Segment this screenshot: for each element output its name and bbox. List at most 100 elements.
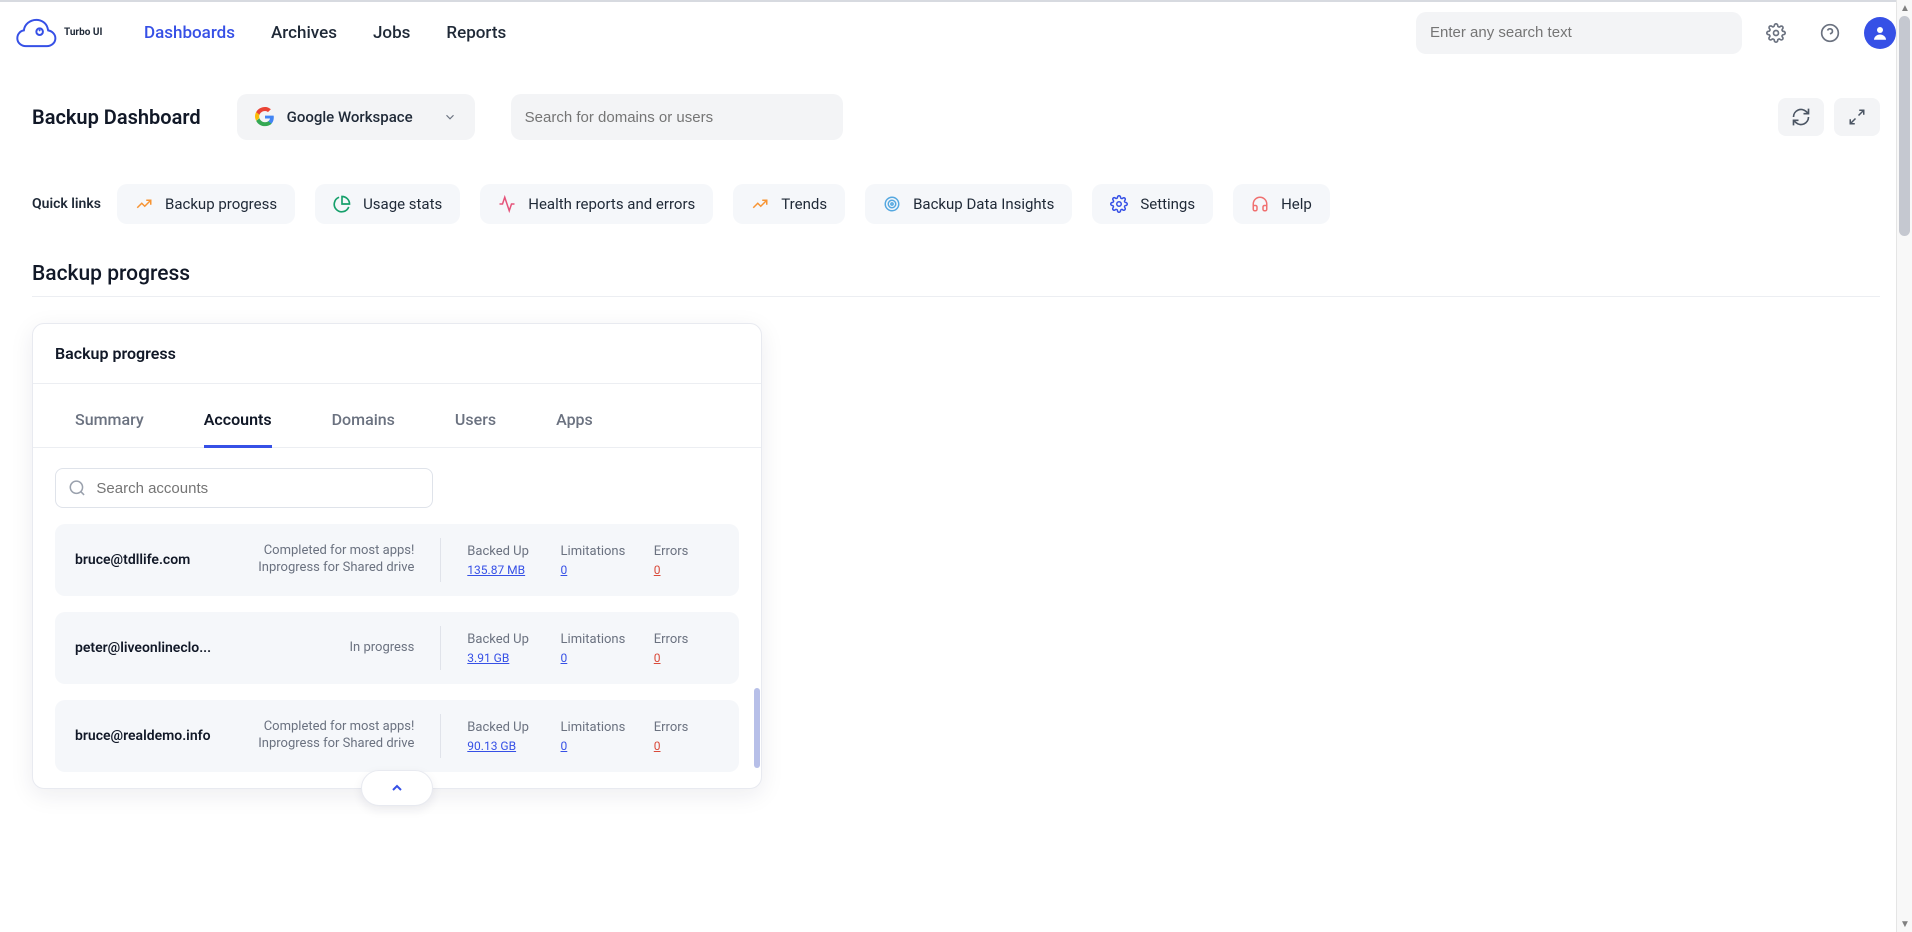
account-status: In progress bbox=[252, 640, 440, 657]
main-nav: Dashboards Archives Jobs Reports bbox=[144, 23, 506, 43]
page-header: Backup Dashboard Google Workspace bbox=[32, 94, 1880, 140]
chevron-up-icon bbox=[389, 780, 405, 796]
account-status: Completed for most apps! Inprogress for … bbox=[252, 543, 440, 577]
chip-label: Settings bbox=[1140, 195, 1195, 213]
cloud-logo-icon bbox=[16, 18, 58, 48]
gear-icon bbox=[1110, 195, 1128, 213]
quick-link-usage-stats[interactable]: Usage stats bbox=[315, 184, 460, 224]
scroll-up-arrow[interactable]: ▲ bbox=[1897, 0, 1912, 16]
chip-label: Trends bbox=[781, 195, 827, 213]
limitations-value[interactable]: 0 bbox=[561, 563, 654, 577]
nav-reports[interactable]: Reports bbox=[446, 23, 506, 43]
card-tabs: Summary Accounts Domains Users Apps bbox=[33, 394, 761, 448]
backed-up-value[interactable]: 90.13 GB bbox=[467, 739, 560, 753]
topbar: Turbo UI Dashboards Archives Jobs Report… bbox=[0, 0, 1912, 64]
accounts-search-input[interactable] bbox=[96, 480, 420, 497]
quick-link-insights[interactable]: Backup Data Insights bbox=[865, 184, 1072, 224]
accounts-search[interactable] bbox=[55, 468, 433, 508]
quick-link-trends[interactable]: Trends bbox=[733, 184, 845, 224]
card-title: Backup progress bbox=[33, 324, 761, 384]
divider bbox=[440, 538, 441, 582]
nav-jobs[interactable]: Jobs bbox=[373, 23, 410, 43]
chip-label: Usage stats bbox=[363, 195, 442, 213]
help-button[interactable] bbox=[1810, 13, 1850, 53]
errors-value[interactable]: 0 bbox=[654, 739, 719, 753]
pie-chart-icon bbox=[333, 195, 351, 213]
backed-up-value[interactable]: 135.87 MB bbox=[467, 563, 560, 577]
backed-up-value[interactable]: 3.91 GB bbox=[467, 651, 560, 665]
gear-icon bbox=[1766, 23, 1786, 43]
window-scrollbar[interactable]: ▲ ▼ bbox=[1896, 0, 1912, 932]
backed-up-metric: Backed Up 90.13 GB bbox=[467, 720, 560, 753]
limitations-value[interactable]: 0 bbox=[561, 739, 654, 753]
errors-value[interactable]: 0 bbox=[654, 651, 719, 665]
account-row[interactable]: peter@liveonlineclo... In progress Backe… bbox=[55, 612, 739, 684]
nav-dashboards[interactable]: Dashboards bbox=[144, 23, 235, 43]
global-search[interactable] bbox=[1416, 12, 1742, 54]
collapse-card-button[interactable] bbox=[361, 770, 433, 806]
chevron-down-icon bbox=[443, 110, 457, 124]
page-content: Backup Dashboard Google Workspace Quick bbox=[0, 64, 1912, 829]
quick-links-label: Quick links bbox=[32, 196, 101, 212]
limitations-metric: Limitations 0 bbox=[561, 544, 654, 577]
domain-user-search-input[interactable] bbox=[525, 109, 829, 126]
nav-archives[interactable]: Archives bbox=[271, 23, 337, 43]
activity-icon bbox=[498, 195, 516, 213]
help-circle-icon bbox=[1820, 23, 1840, 43]
google-icon bbox=[255, 107, 275, 127]
search-icon bbox=[68, 478, 86, 498]
tab-summary[interactable]: Summary bbox=[75, 394, 144, 448]
tab-domains[interactable]: Domains bbox=[332, 394, 395, 448]
expand-icon bbox=[1848, 108, 1866, 126]
trending-up-icon bbox=[135, 195, 153, 213]
chip-label: Backup progress bbox=[165, 195, 277, 213]
divider bbox=[440, 714, 441, 758]
limitations-value[interactable]: 0 bbox=[561, 651, 654, 665]
scroll-down-arrow[interactable]: ▼ bbox=[1897, 916, 1912, 932]
global-search-input[interactable] bbox=[1430, 24, 1728, 41]
user-icon bbox=[1871, 24, 1889, 42]
refresh-button[interactable] bbox=[1778, 98, 1824, 136]
quick-link-backup-progress[interactable]: Backup progress bbox=[117, 184, 295, 224]
settings-button[interactable] bbox=[1756, 13, 1796, 53]
quick-link-help[interactable]: Help bbox=[1233, 184, 1330, 224]
backed-up-metric: Backed Up 135.87 MB bbox=[467, 544, 560, 577]
scrollbar-thumb[interactable] bbox=[1899, 16, 1910, 236]
fullscreen-button[interactable] bbox=[1834, 98, 1880, 136]
domain-user-search[interactable] bbox=[511, 94, 843, 140]
page-title: Backup Dashboard bbox=[32, 105, 201, 129]
target-icon bbox=[883, 195, 901, 213]
limitations-metric: Limitations 0 bbox=[561, 720, 654, 753]
chip-label: Help bbox=[1281, 195, 1312, 213]
errors-metric: Errors 0 bbox=[654, 632, 719, 665]
account-row[interactable]: bruce@realdemo.info Completed for most a… bbox=[55, 700, 739, 772]
errors-metric: Errors 0 bbox=[654, 544, 719, 577]
trending-up-icon bbox=[751, 195, 769, 213]
account-status: Completed for most apps! Inprogress for … bbox=[252, 719, 440, 753]
account-email: peter@liveonlineclo... bbox=[75, 640, 252, 656]
workspace-selector-label: Google Workspace bbox=[287, 108, 413, 126]
user-avatar[interactable] bbox=[1864, 17, 1896, 49]
workspace-selector[interactable]: Google Workspace bbox=[237, 94, 475, 140]
account-email: bruce@realdemo.info bbox=[75, 728, 252, 744]
errors-metric: Errors 0 bbox=[654, 720, 719, 753]
tab-users[interactable]: Users bbox=[455, 394, 496, 448]
headphones-icon bbox=[1251, 195, 1269, 213]
limitations-metric: Limitations 0 bbox=[561, 632, 654, 665]
card-scrollbar[interactable] bbox=[754, 688, 760, 768]
tab-accounts[interactable]: Accounts bbox=[204, 394, 272, 448]
backup-progress-card: Backup progress Summary Accounts Domains… bbox=[32, 323, 762, 789]
chip-label: Health reports and errors bbox=[528, 195, 695, 213]
refresh-icon bbox=[1791, 107, 1811, 127]
quick-link-health[interactable]: Health reports and errors bbox=[480, 184, 713, 224]
quick-link-settings[interactable]: Settings bbox=[1092, 184, 1213, 224]
card-body: bruce@tdllife.com Completed for most app… bbox=[33, 448, 761, 788]
brand-name: Turbo UI bbox=[64, 27, 102, 38]
tab-apps[interactable]: Apps bbox=[556, 394, 593, 448]
backed-up-metric: Backed Up 3.91 GB bbox=[467, 632, 560, 665]
errors-value[interactable]: 0 bbox=[654, 563, 719, 577]
account-row[interactable]: bruce@tdllife.com Completed for most app… bbox=[55, 524, 739, 596]
section-title: Backup progress bbox=[32, 262, 1880, 297]
account-email: bruce@tdllife.com bbox=[75, 552, 252, 568]
brand-logo[interactable]: Turbo UI bbox=[16, 18, 126, 48]
